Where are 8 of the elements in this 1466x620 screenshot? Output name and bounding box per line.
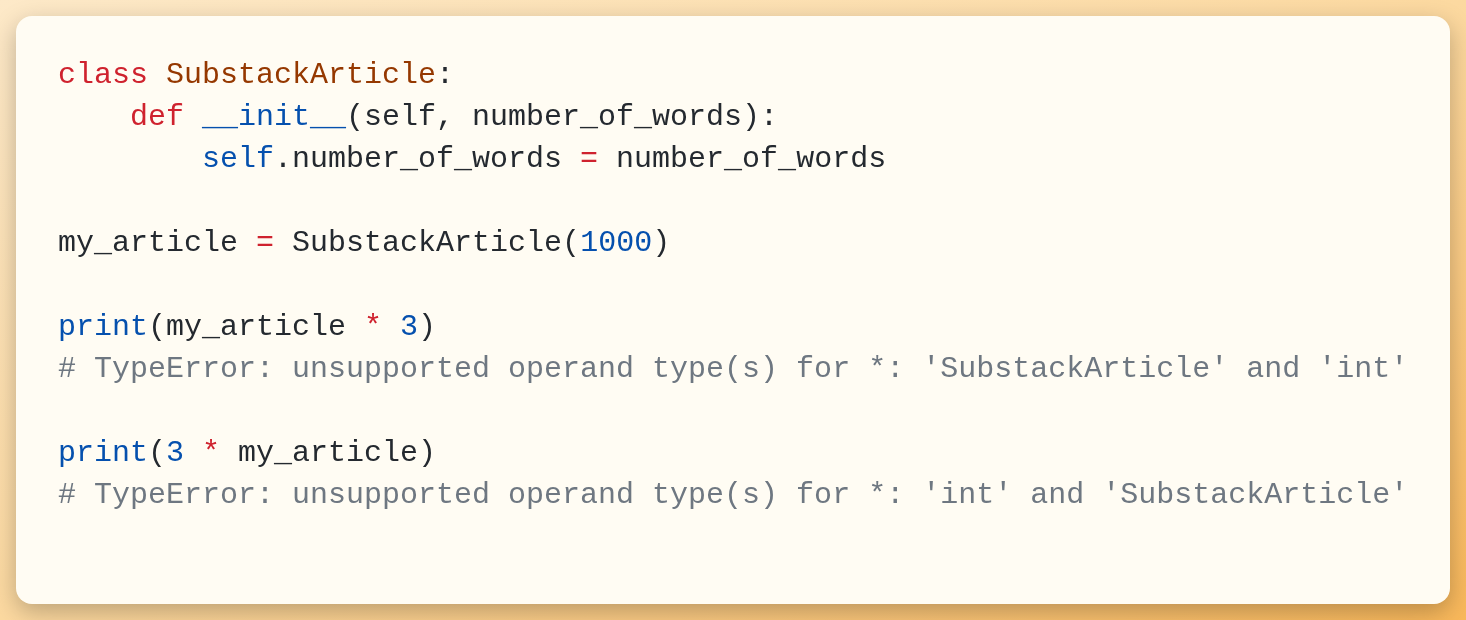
code-line: my_article = SubstackArticle(1000) — [58, 226, 671, 260]
code-line: class SubstackArticle: — [58, 58, 455, 92]
code-line: self.number_of_words = number_of_words — [202, 142, 887, 176]
code-line: print(my_article * 3) — [58, 310, 437, 344]
code-line: print(3 * my_article) — [58, 436, 437, 470]
code-line: # TypeError: unsupported operand type(s) for *: 'int' and 'SubstackArticle' — [58, 478, 1409, 512]
code-line: # TypeError: unsupported operand type(s) for *: 'SubstackArticle' and 'int' — [58, 352, 1409, 386]
code-line: def __init__(self, number_of_words): — [130, 100, 779, 134]
